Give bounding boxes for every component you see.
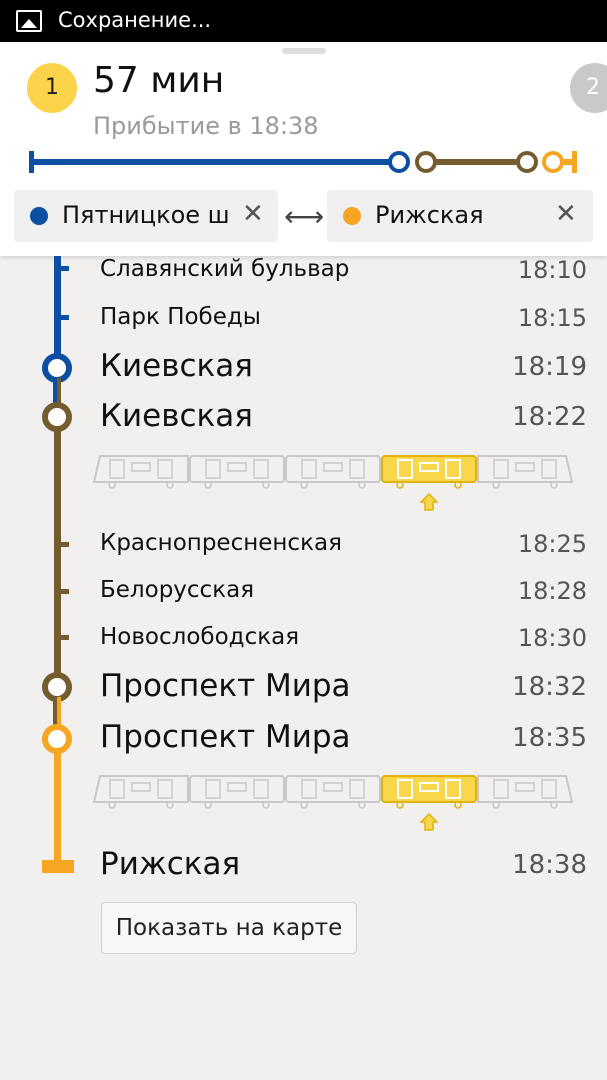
stop-time: 18:19 [512, 352, 587, 382]
arrival-time: Прибытие в 18:38 [93, 112, 319, 140]
stop-name[interactable]: Киевская [100, 348, 253, 384]
stop-time: 18:38 [512, 850, 587, 880]
transfer-link [53, 697, 57, 729]
status-bar: Сохранение... [0, 0, 607, 42]
train-car [189, 455, 285, 489]
line-segment-brown [54, 429, 61, 677]
stop-tick [61, 266, 69, 271]
stop-name[interactable]: Новослободская [100, 624, 299, 650]
to-station-name: Рижская [375, 201, 484, 229]
transfer-link [57, 378, 61, 408]
train-car [189, 775, 285, 809]
from-dot-icon [30, 207, 48, 225]
route-index-badge[interactable]: 1 [27, 63, 77, 113]
train-car [477, 775, 574, 809]
stop-name[interactable]: Парк Победы [100, 304, 261, 330]
recommended-car [381, 775, 477, 809]
stop-time: 18:10 [517, 256, 587, 284]
recommended-car-arrow-icon [419, 492, 439, 511]
image-icon [16, 10, 42, 32]
train-car [285, 775, 381, 809]
line-segment-blue [54, 256, 61, 368]
stop-time: 18:25 [517, 530, 587, 558]
train-car-diagram [92, 775, 574, 831]
to-field[interactable]: Рижская ✕ [327, 190, 593, 242]
clear-to-icon[interactable]: ✕ [555, 199, 577, 229]
stop-time: 18:30 [517, 624, 587, 652]
drag-handle[interactable] [282, 48, 326, 54]
transfer-node [42, 353, 72, 383]
show-on-map-button[interactable]: Показать на карте [101, 902, 357, 954]
stop-name[interactable]: Проспект Мира [100, 719, 351, 755]
stop-name[interactable]: Славянский бульвар [100, 256, 349, 282]
train-car [477, 455, 574, 489]
stop-tick [61, 542, 69, 547]
stop-name[interactable]: Рижская [100, 846, 240, 882]
stop-time: 18:22 [512, 402, 587, 432]
stop-time: 18:32 [512, 672, 587, 702]
stop-tick [61, 315, 69, 320]
line-segment-orange [54, 751, 61, 865]
swap-icon[interactable]: ⟷ [284, 200, 324, 233]
from-field[interactable]: Пятницкое шоссе ✕ [14, 190, 278, 242]
stop-name[interactable]: Белорусская [100, 577, 254, 603]
stop-name[interactable]: Киевская [100, 398, 253, 434]
train-car-diagram [92, 455, 574, 511]
transfer-node [42, 402, 72, 432]
stop-tick [61, 589, 69, 594]
status-text: Сохранение... [58, 8, 212, 32]
stop-time: 18:15 [517, 304, 587, 332]
from-station-name: Пятницкое шоссе [62, 201, 230, 229]
stop-name[interactable]: Краснопресненская [100, 530, 342, 556]
to-dot-icon [343, 207, 361, 225]
route-duration: 57 мин [93, 60, 225, 101]
transfer-node [42, 672, 72, 702]
train-car [92, 455, 189, 489]
recommended-car [381, 455, 477, 489]
stop-time: 18:35 [512, 723, 587, 753]
transfer-link [53, 378, 57, 408]
stop-name[interactable]: Проспект Мира [100, 668, 351, 704]
transfer-node [42, 724, 72, 754]
clear-from-icon[interactable]: ✕ [242, 199, 264, 229]
line-end-cap [42, 860, 74, 873]
recommended-car-arrow-icon [419, 812, 439, 831]
train-car [92, 775, 189, 809]
stop-tick [61, 635, 69, 640]
stop-time: 18:28 [517, 577, 587, 605]
transfer-link [57, 697, 61, 729]
train-car [285, 455, 381, 489]
